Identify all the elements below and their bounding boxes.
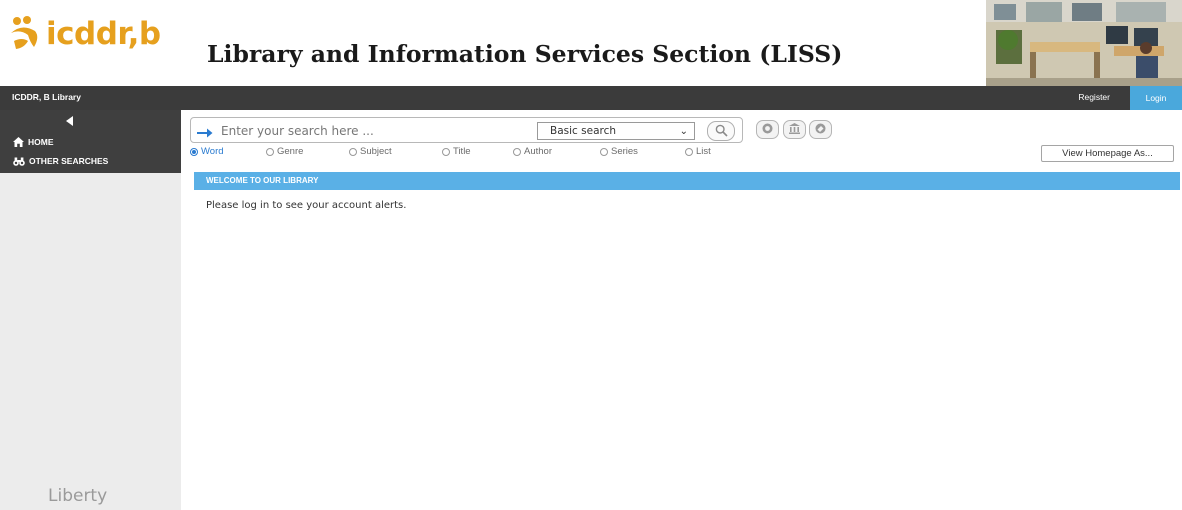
- radio-indicator: [190, 147, 198, 156]
- radio-label: Subject: [360, 146, 392, 157]
- radio-label: Word: [201, 146, 224, 157]
- search-button[interactable]: [707, 121, 735, 141]
- sidebar-item-label: HOME: [28, 137, 54, 147]
- binoculars-icon: [13, 157, 25, 166]
- welcome-heading: WELCOME TO OUR LIBRARY: [194, 172, 1180, 190]
- arrow-right-icon: [197, 124, 213, 143]
- page-title: Library and Information Services Section…: [207, 40, 843, 68]
- sidebar: HOME OTHER SEARCHES Liberty: [0, 110, 181, 510]
- radio-subject[interactable]: Subject: [349, 146, 392, 157]
- radio-label: Genre: [277, 146, 304, 157]
- radio-title[interactable]: Title: [442, 146, 471, 157]
- sidebar-item-home[interactable]: HOME: [13, 137, 54, 147]
- logo-text: icddr,b: [46, 16, 161, 52]
- liberty-brand: Liberty: [48, 486, 108, 506]
- radio-indicator: [266, 147, 274, 156]
- library-catalog-button[interactable]: [783, 120, 806, 139]
- search-input[interactable]: [221, 123, 511, 139]
- radio-label: Author: [524, 146, 552, 157]
- home-icon: [13, 137, 24, 147]
- history-icon: [761, 120, 774, 139]
- sidebar-nav: HOME OTHER SEARCHES: [0, 110, 181, 173]
- account-alerts-message: Please log in to see your account alerts…: [206, 200, 407, 211]
- library-building-icon: [788, 120, 801, 139]
- chevron-down-icon: ⌄: [679, 126, 688, 137]
- radio-indicator: [685, 147, 693, 156]
- login-button[interactable]: Login: [1130, 86, 1182, 110]
- radio-indicator: [349, 147, 357, 156]
- radio-label: Title: [453, 146, 471, 157]
- library-name[interactable]: ICDDR, B Library: [12, 92, 81, 102]
- search-icon: [715, 122, 728, 141]
- view-homepage-as-button[interactable]: View Homepage As...: [1041, 145, 1174, 162]
- eraser-icon: [814, 120, 827, 139]
- clear-search-button[interactable]: [809, 120, 832, 139]
- radio-indicator: [600, 147, 608, 156]
- icddrb-logo[interactable]: icddr,b: [8, 14, 161, 54]
- radio-label: List: [696, 146, 711, 157]
- radio-list[interactable]: List: [685, 146, 711, 157]
- top-navbar: ICDDR, B Library Register Login: [0, 86, 1182, 110]
- radio-label: Series: [611, 146, 638, 157]
- search-type-select[interactable]: Basic search ⌄: [537, 122, 695, 140]
- collapse-sidebar-icon[interactable]: [66, 116, 73, 126]
- header-banner: icddr,b Library and Information Services…: [0, 0, 1182, 86]
- radio-series[interactable]: Series: [600, 146, 638, 157]
- library-photo: [986, 0, 1182, 86]
- radio-author[interactable]: Author: [513, 146, 552, 157]
- sidebar-item-label: OTHER SEARCHES: [29, 156, 109, 166]
- radio-indicator: [513, 147, 521, 156]
- search-box: Basic search ⌄: [190, 117, 743, 143]
- radio-indicator: [442, 147, 450, 156]
- sidebar-item-other-searches[interactable]: OTHER SEARCHES: [13, 156, 108, 166]
- radio-genre[interactable]: Genre: [266, 146, 303, 157]
- logo-mark-icon: [8, 15, 44, 53]
- radio-word[interactable]: Word: [190, 146, 224, 157]
- search-history-button[interactable]: [756, 120, 779, 139]
- register-link[interactable]: Register: [1078, 92, 1110, 102]
- search-type-value: Basic search: [550, 125, 617, 137]
